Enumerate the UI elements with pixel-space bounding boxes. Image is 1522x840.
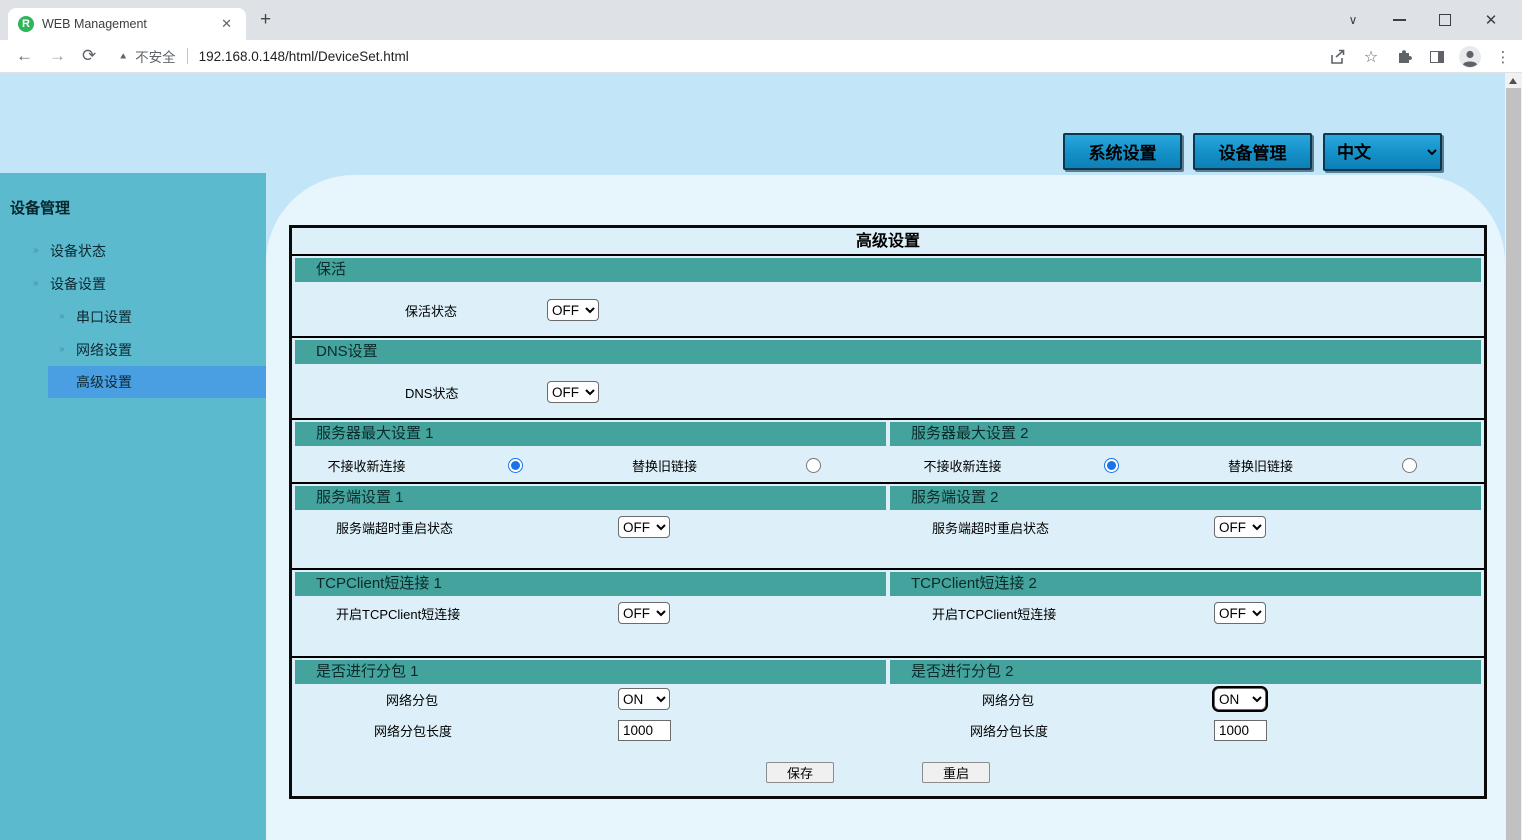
sidebar-title: 设备管理 (10, 197, 266, 218)
scrollbar-up-arrow-icon[interactable] (1509, 78, 1517, 84)
sidebar-item-advanced-settings[interactable]: 高级设置 (48, 366, 266, 398)
close-button[interactable]: ✕ (1468, 3, 1514, 37)
sidebar-item-label: 串口设置 (76, 307, 132, 327)
system-settings-nav-button[interactable]: 系统设置 (1063, 133, 1182, 170)
packet-length-label-1: 网络分包长度 (374, 721, 618, 740)
arrow-bullet-icon: » (33, 245, 39, 256)
packet-header-1: 是否进行分包 1 (295, 660, 886, 684)
browser-window: R WEB Management ✕ + ∨ ✕ ← → ⟳ ▲ 不安全 192… (0, 0, 1522, 840)
dns-status-select[interactable]: OFF (547, 381, 599, 403)
sidebar-item-label: 网络设置 (76, 340, 132, 360)
sidebar-item-label: 高级设置 (76, 372, 132, 392)
packet-switch-select-2[interactable]: ON (1214, 688, 1266, 710)
section-dns: DNS设置 DNS状态 OFF (292, 338, 1484, 420)
section-tcp-client: TCPClient短连接 1 TCPClient短连接 2 开启TCPClien… (292, 570, 1484, 658)
advanced-settings-table: 高级设置 保活 保活状态 OFF DNS设置 DNS状态 OFF (289, 225, 1487, 799)
no-new-conn-label-1: 不接收新连接 (292, 456, 441, 475)
replace-old-label-1: 替换旧链接 (590, 456, 739, 475)
keepalive-header: 保活 (295, 258, 1481, 282)
section-keepalive: 保活 保活状态 OFF (292, 256, 1484, 338)
content-panel: 高级设置 保活 保活状态 OFF DNS设置 DNS状态 OFF (266, 175, 1505, 840)
tcp-client-header-2: TCPClient短连接 2 (890, 572, 1481, 596)
save-button[interactable]: 保存 (766, 762, 834, 783)
tab-title: WEB Management (42, 17, 209, 31)
scrollbar-thumb[interactable] (1506, 88, 1521, 840)
server-side-header-2: 服务端设置 2 (890, 486, 1481, 510)
packet-switch-label-1: 网络分包 (386, 690, 618, 709)
reload-icon[interactable]: ⟳ (82, 46, 96, 66)
replace-old-radio-1[interactable] (806, 458, 821, 473)
browser-toolbar: ← → ⟳ ▲ 不安全 192.168.0.148/html/DeviceSet… (0, 40, 1522, 73)
packet-header-2: 是否进行分包 2 (890, 660, 1481, 684)
no-new-conn-radio-2[interactable] (1104, 458, 1119, 473)
extensions-puzzle-icon[interactable] (1391, 44, 1417, 70)
favicon-icon: R (18, 16, 34, 32)
section-server-side: 服务端设置 1 服务端设置 2 服务端超时重启状态 OFF 服务端超 (292, 484, 1484, 570)
dns-status-label: DNS状态 (405, 383, 547, 402)
device-management-nav-button[interactable]: 设备管理 (1193, 133, 1312, 170)
maximize-button[interactable] (1422, 3, 1468, 37)
sidebar-item-device-settings[interactable]: » 设备设置 (0, 267, 266, 300)
server-timeout-label-1: 服务端超时重启状态 (336, 518, 618, 537)
not-secure-warning-icon: ▲ (118, 51, 128, 61)
replace-old-label-2: 替换旧链接 (1186, 456, 1335, 475)
server-max-header-2: 服务器最大设置 2 (890, 422, 1481, 446)
tab-search-chevron-icon[interactable]: ∨ (1330, 3, 1376, 37)
sidebar-item-label: 设备设置 (50, 274, 106, 294)
keepalive-status-label: 保活状态 (405, 301, 547, 320)
new-tab-button[interactable]: + (260, 10, 271, 30)
sidebar: 设备管理 » 设备状态 » 设备设置 » 串口设置 » 网络设置 (0, 173, 266, 840)
sidebar-item-serial-settings[interactable]: » 串口设置 (0, 300, 266, 333)
sidebar-item-device-status[interactable]: » 设备状态 (0, 234, 266, 267)
sidebar-item-network-settings[interactable]: » 网络设置 (0, 333, 266, 366)
tab-strip: R WEB Management ✕ + ∨ ✕ (0, 0, 1522, 40)
bookmark-star-icon[interactable]: ☆ (1358, 44, 1384, 70)
packet-length-label-2: 网络分包长度 (970, 721, 1214, 740)
packet-length-input-2[interactable] (1214, 720, 1267, 741)
forward-icon[interactable]: → (49, 46, 66, 66)
server-max-header-1: 服务器最大设置 1 (295, 422, 886, 446)
tcp-short-conn-select-1[interactable]: OFF (618, 602, 670, 624)
section-packet: 是否进行分包 1 是否进行分包 2 网络分包 ON 网络分包长度 (292, 658, 1484, 796)
url-text[interactable]: 192.168.0.148/html/DeviceSet.html (199, 49, 409, 64)
packet-length-input-1[interactable] (618, 720, 671, 741)
menu-dots-icon[interactable]: ⋮ (1490, 44, 1516, 70)
server-timeout-select-1[interactable]: OFF (618, 516, 670, 538)
dns-header: DNS设置 (295, 340, 1481, 364)
no-new-conn-radio-1[interactable] (508, 458, 523, 473)
server-timeout-select-2[interactable]: OFF (1214, 516, 1266, 538)
tab-close-icon[interactable]: ✕ (217, 14, 236, 34)
page-scrollbar[interactable] (1505, 73, 1522, 840)
sidebar-item-label: 设备状态 (50, 241, 106, 261)
profile-avatar-icon[interactable] (1457, 44, 1483, 70)
packet-switch-label-2: 网络分包 (982, 690, 1214, 709)
section-server-max: 服务器最大设置 1 服务器最大设置 2 不接收新连接 替换旧链接 不接收新连接 (292, 420, 1484, 484)
packet-switch-select-1[interactable]: ON (618, 688, 670, 710)
browser-tab[interactable]: R WEB Management ✕ (8, 8, 246, 40)
omnibox-divider (187, 48, 188, 64)
side-panel-icon[interactable] (1424, 44, 1450, 70)
minimize-button[interactable] (1376, 3, 1422, 37)
replace-old-radio-2[interactable] (1402, 458, 1417, 473)
tcp-client-header-1: TCPClient短连接 1 (295, 572, 886, 596)
tcp-short-conn-label-2: 开启TCPClient短连接 (932, 604, 1214, 623)
tcp-short-conn-select-2[interactable]: OFF (1214, 602, 1266, 624)
arrow-bullet-icon: » (59, 344, 65, 355)
security-label[interactable]: 不安全 (135, 46, 176, 66)
tcp-short-conn-label-1: 开启TCPClient短连接 (336, 604, 618, 623)
share-icon[interactable] (1325, 44, 1351, 70)
address-bar[interactable]: ▲ 不安全 192.168.0.148/html/DeviceSet.html (118, 46, 409, 66)
language-select[interactable]: 中文 (1323, 133, 1442, 171)
arrow-bullet-icon: » (33, 278, 39, 289)
no-new-conn-label-2: 不接收新连接 (888, 456, 1037, 475)
server-timeout-label-2: 服务端超时重启状态 (932, 518, 1214, 537)
web-page: 系统设置 设备管理 中文 高级设置 保活 保活状态 OFF DNS设置 (0, 73, 1522, 840)
table-title: 高级设置 (292, 228, 1484, 256)
restart-button[interactable]: 重启 (922, 762, 990, 783)
server-side-header-1: 服务端设置 1 (295, 486, 886, 510)
arrow-bullet-icon: » (59, 311, 65, 322)
back-icon[interactable]: ← (16, 46, 33, 66)
keepalive-status-select[interactable]: OFF (547, 299, 599, 321)
